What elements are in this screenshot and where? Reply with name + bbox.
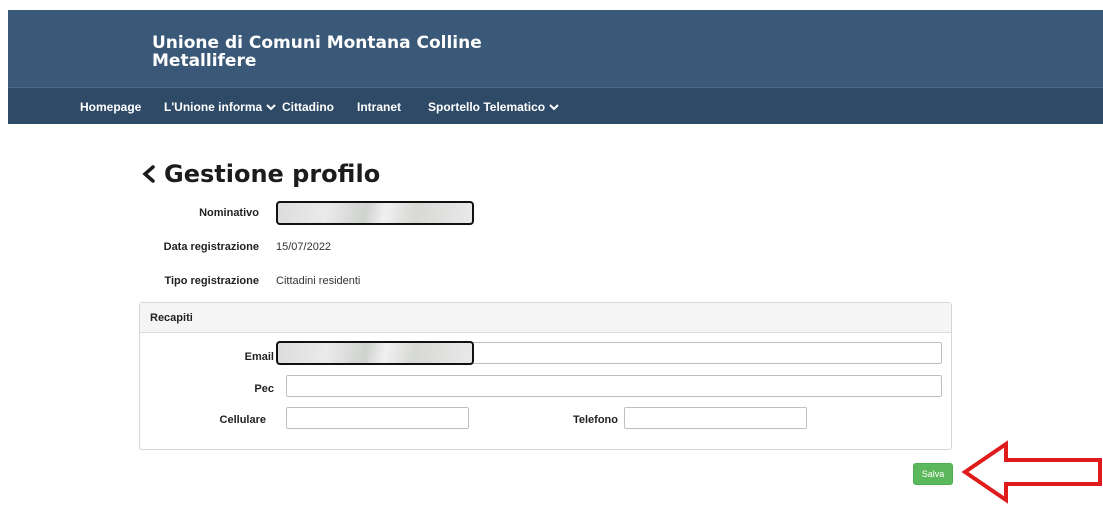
nominativo-value-redacted: [276, 201, 474, 225]
chevron-down-icon: [549, 104, 559, 111]
page-title-text: Gestione profilo: [164, 160, 381, 188]
main-nav: Homepage L'Unione informa Cittadino Intr…: [8, 87, 1103, 124]
row-tipo-registrazione: Tipo registrazione Cittadini residenti: [140, 275, 360, 287]
data-registrazione-value: 15/07/2022: [276, 241, 332, 253]
telefono-label: Telefono: [572, 414, 618, 426]
user-name[interactable]: Adriano Magni: [935, 1, 1006, 11]
email-label: Email: [244, 351, 274, 363]
site-header: Unione di Comuni Montana Colline Metalli…: [8, 10, 1103, 87]
nav-item-intranet[interactable]: Intranet: [357, 100, 401, 114]
pec-field[interactable]: [286, 375, 942, 397]
site-title[interactable]: Unione di Comuni Montana Colline Metalli…: [152, 34, 552, 70]
back-chevron-icon[interactable]: [140, 163, 158, 185]
nominativo-label: Nominativo: [199, 207, 259, 219]
cellulare-field[interactable]: [286, 407, 469, 429]
data-registrazione-label: Data registrazione: [163, 241, 259, 253]
nav-item-unione-informa[interactable]: L'Unione informa: [164, 100, 277, 114]
lock-icon: [922, 3, 930, 10]
nav-item-cittadino[interactable]: Cittadino: [282, 100, 334, 114]
chevron-down-icon: [266, 104, 276, 111]
recapiti-heading: Recapiti: [140, 303, 951, 333]
nav-label: Sportello Telematico: [428, 100, 546, 114]
nav-label: L'Unione informa: [164, 100, 263, 114]
telefono-field[interactable]: [624, 407, 807, 429]
nav-item-homepage[interactable]: Homepage: [80, 100, 141, 114]
tipo-registrazione-value: Cittadini residenti: [276, 275, 361, 287]
user-role[interactable]: Cittadino: [860, 1, 903, 11]
page-title: Gestione profilo: [140, 160, 380, 188]
nav-label: Intranet: [357, 100, 402, 114]
save-button[interactable]: Salva: [913, 463, 953, 485]
nav-item-sportello-telematico[interactable]: Sportello Telematico: [428, 100, 560, 114]
tipo-registrazione-label: Tipo registrazione: [164, 275, 259, 287]
user-icon: [909, 3, 917, 10]
email-value-redacted: [276, 341, 474, 365]
pec-label: Pec: [254, 383, 274, 395]
user-bar: Cittadino Adriano Magni: [860, 0, 1006, 10]
cellulare-label: Cellulare: [219, 414, 266, 426]
nav-label: Cittadino: [282, 100, 334, 114]
recapiti-panel: Recapiti Email Pec Cellulare Telefono: [139, 302, 952, 450]
red-arrow-left-icon: [962, 440, 1102, 504]
row-data-registrazione: Data registrazione 15/07/2022: [140, 241, 331, 253]
nav-label: Homepage: [80, 100, 142, 114]
row-nominativo: Nominativo: [140, 201, 474, 225]
